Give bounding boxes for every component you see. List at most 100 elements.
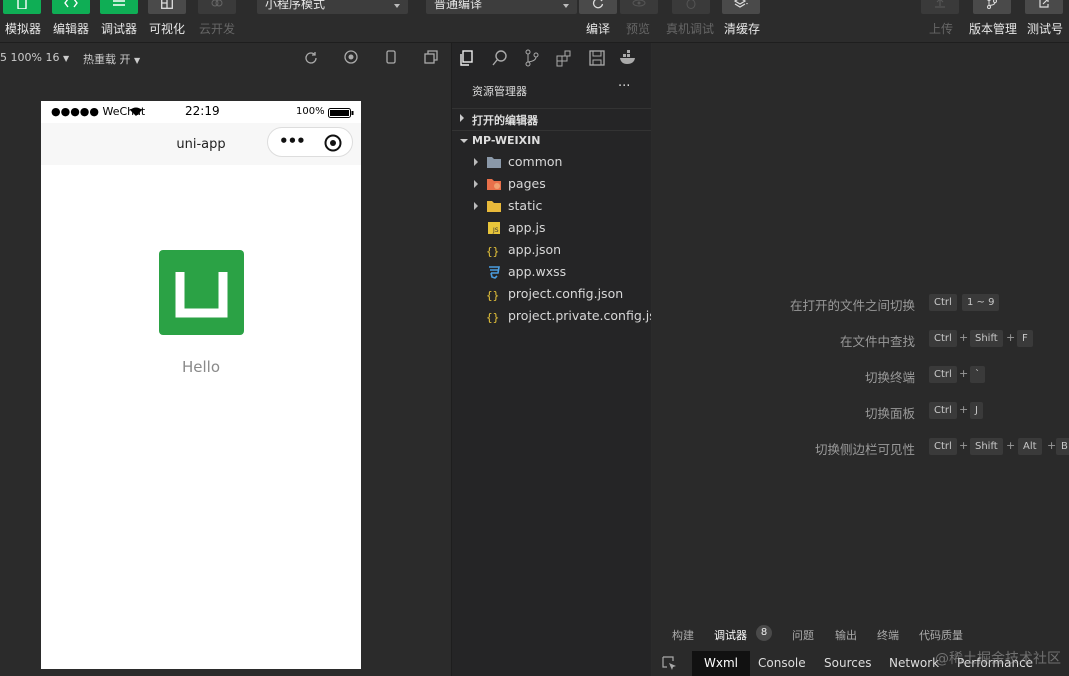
tab-debugger[interactable]: 调试器	[714, 627, 747, 643]
clear-cache-button[interactable]	[722, 0, 760, 14]
open-editors-label: 打开的编辑器	[472, 114, 538, 127]
shortcut-hint: 切换侧边栏可见性 Ctrl + Shift + Alt + B	[652, 437, 1069, 457]
shortcut-key: Ctrl	[929, 366, 957, 383]
svg-text:JS: JS	[492, 227, 499, 234]
visual-toggle-button[interactable]	[148, 0, 186, 14]
file-tree-item[interactable]: JS app.js	[452, 217, 651, 239]
simulator-label: 模拟器	[5, 22, 42, 36]
search-icon[interactable]	[491, 49, 509, 67]
mode-select[interactable]: 小程序模式	[257, 0, 408, 14]
watermark: @稀土掘金技术社区	[935, 651, 1061, 667]
close-target-icon[interactable]	[324, 134, 342, 152]
devtools-tab-network[interactable]: Network	[889, 651, 939, 676]
plus-sign: +	[959, 367, 969, 380]
file-name: app.js	[508, 220, 546, 235]
json-file-icon: {}	[486, 289, 499, 301]
bug-icon	[686, 0, 696, 9]
tab-terminal[interactable]: 终端	[877, 627, 899, 643]
test-account-button[interactable]	[1025, 0, 1063, 14]
json-file-icon: {}	[486, 245, 499, 257]
battery-text: 100%	[296, 106, 325, 117]
shortcut-key: Ctrl	[929, 438, 957, 455]
chevron-down-icon	[563, 4, 569, 8]
file-tree-item[interactable]: {} project.private.config.js...	[452, 305, 651, 327]
file-explorer: 资源管理器 ··· 打开的编辑器 MP-WEIXIN common pages …	[452, 43, 651, 676]
device-select[interactable]: 5 100% 16 ▼	[0, 51, 69, 64]
simulator-toggle-button[interactable]	[3, 0, 41, 14]
activity-bar	[452, 43, 651, 73]
tab-build[interactable]: 构建	[672, 627, 694, 643]
menu-capsule[interactable]: •••	[267, 127, 353, 157]
svg-text:{}: {}	[486, 289, 499, 301]
editor-area: 在打开的文件之间切换 Ctrl 1 ~ 9 在文件中查找 Ctrl + Shif…	[652, 43, 1069, 618]
explorer-more-button[interactable]: ···	[618, 79, 630, 94]
debugger-count-badge: 8	[756, 625, 772, 641]
sliders-icon	[113, 0, 125, 6]
file-tree-item[interactable]: {} app.json	[452, 239, 651, 261]
real-device-debug-button[interactable]	[672, 0, 710, 14]
file-tree-item[interactable]: {} project.config.json	[452, 283, 651, 305]
shortcut-label: 在打开的文件之间切换	[789, 298, 915, 313]
source-control-icon[interactable]	[523, 49, 541, 67]
reload-icon[interactable]	[304, 50, 318, 64]
wifi-icon	[130, 107, 142, 116]
plus-sign: +	[1006, 439, 1016, 452]
file-name: common	[508, 154, 563, 169]
save-icon[interactable]	[588, 49, 606, 67]
project-section[interactable]: MP-WEIXIN	[452, 130, 651, 151]
compile-label: 编译	[586, 22, 611, 36]
debugger-toggle-button[interactable]	[100, 0, 138, 14]
tab-output[interactable]: 输出	[835, 627, 857, 643]
tab-problems[interactable]: 问题	[792, 627, 814, 643]
file-tree-item[interactable]: app.wxss	[452, 261, 651, 283]
compile-mode-select[interactable]: 普通编译	[426, 0, 577, 14]
files-icon[interactable]	[458, 49, 476, 67]
compile-button[interactable]	[579, 0, 617, 14]
phone-icon[interactable]	[384, 50, 398, 64]
static-folder-icon	[487, 201, 501, 212]
cloud-button[interactable]	[198, 0, 236, 14]
shortcut-label: 切换侧边栏可见性	[814, 442, 915, 457]
svg-text:{}: {}	[486, 311, 499, 323]
version-control-button[interactable]	[973, 0, 1011, 14]
project-label: MP-WEIXIN	[472, 134, 541, 147]
shortcut-key: Shift	[970, 438, 1003, 455]
external-link-icon	[1039, 0, 1049, 8]
extensions-icon[interactable]	[555, 49, 573, 67]
preview-button[interactable]	[620, 0, 658, 14]
layout-icon	[161, 0, 173, 9]
chevron-right-icon	[474, 180, 478, 188]
shortcut-key: Ctrl	[929, 294, 957, 311]
tab-code-quality[interactable]: 代码质量	[919, 627, 963, 643]
stop-icon[interactable]	[344, 50, 358, 64]
test-account-label: 测试号	[1027, 22, 1064, 36]
docker-icon[interactable]	[619, 49, 637, 67]
file-name: project.config.json	[508, 286, 624, 301]
file-tree-item[interactable]: pages	[452, 173, 651, 195]
editor-toggle-button[interactable]	[52, 0, 90, 14]
cloud-icon	[211, 0, 223, 7]
more-icon[interactable]: •••	[279, 132, 306, 150]
shortcut-key: B	[1056, 438, 1069, 455]
file-tree-item[interactable]: static	[452, 195, 651, 217]
eye-icon	[632, 0, 646, 7]
chevron-right-icon	[460, 114, 464, 122]
inspect-element-icon[interactable]	[662, 656, 677, 671]
shortcut-key: Ctrl	[929, 402, 957, 419]
real-device-debug-label: 真机调试	[666, 22, 715, 36]
devtools-tab-sources[interactable]: Sources	[824, 651, 871, 676]
new-window-icon[interactable]	[424, 50, 438, 64]
hot-reload-toggle[interactable]: 热重载 开 ▼	[83, 51, 140, 67]
js-file-icon: JS	[488, 222, 500, 234]
devtools-tab-wxml[interactable]: Wxml	[692, 651, 750, 676]
file-tree-item[interactable]: common	[452, 151, 651, 173]
shortcut-hint: 切换终端 Ctrl + `	[652, 365, 1069, 385]
json-file-icon: {}	[486, 311, 499, 323]
phone-status-bar: ●●●●● WeChat 22:19 100%	[41, 101, 361, 123]
devtools-tab-console[interactable]: Console	[758, 651, 806, 676]
upload-button[interactable]	[921, 0, 959, 14]
shortcut-key: Shift	[970, 330, 1003, 347]
pages-folder-icon	[487, 179, 501, 190]
open-editors-section[interactable]: 打开的编辑器	[452, 108, 651, 129]
shortcut-key: 1 ~ 9	[962, 294, 1000, 311]
